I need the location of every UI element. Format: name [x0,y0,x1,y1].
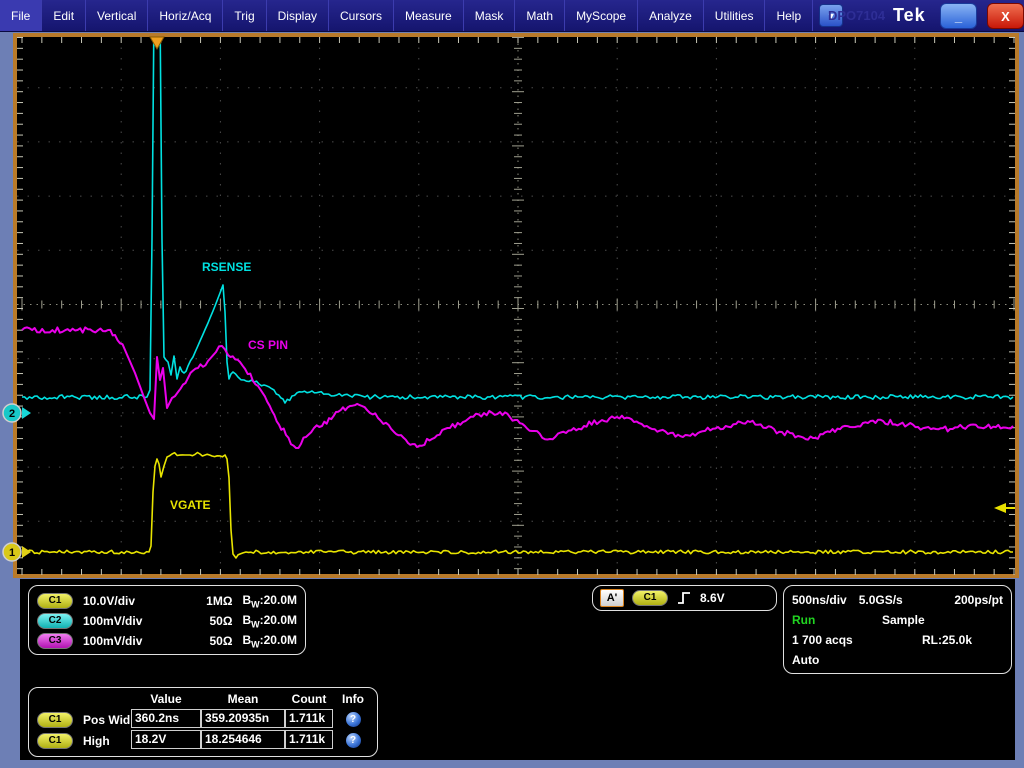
meas-header-value: Value [150,692,182,706]
c1-bandwidth: BW:20.0M [242,592,297,610]
meas-row1-name: C1 Pos Wid [33,709,131,730]
meas-row2-mean: 18.254646 [201,730,285,749]
info-icon[interactable]: ? [345,712,361,727]
info-icon[interactable]: ? [345,733,361,748]
menu-item-display[interactable]: Display [267,0,329,31]
resolution-value: 200ps/pt [954,593,1003,607]
channel-row-c2: C2 100mV/div 50Ω BW:20.0M [37,611,297,631]
measurement-panel: Value Mean Count Info C1 Pos Wid 360.2ns… [28,687,378,757]
rising-edge-icon [678,592,690,604]
acquisition-mode: Sample [882,613,925,627]
menu-item-myscope[interactable]: MyScope [565,0,639,31]
channel-row-c1: C1 10.0V/div 1MΩ BW:20.0M [37,591,297,611]
svg-text:2: 2 [9,408,15,420]
minimize-button[interactable]: _ [940,3,977,29]
c2-bandwidth: BW:20.0M [242,612,297,630]
menu-item-edit[interactable]: Edit [42,0,87,31]
c1-impedance: 1MΩ [206,594,233,608]
trigger-level-value: 8.6V [700,591,725,605]
sample-rate-value: 5.0GS/s [858,593,903,607]
meas-row2-value: 18.2V [131,730,201,749]
close-button[interactable]: X [987,3,1024,29]
meas-header-info: Info [342,692,364,706]
tek-logo: Tek [893,5,926,25]
meas-row2-count: 1.711k [285,730,333,749]
meas-row2-info: ? [333,730,373,751]
horizontal-readout-panel: 500ns/div 5.0GS/s 200ps/pt Run Sample 1 … [783,585,1012,674]
menu-bar: File Edit Vertical Horiz/Acq Trig Displa… [0,0,1024,32]
menu-item-analyze[interactable]: Analyze [638,0,704,31]
c3-bandwidth: BW:20.0M [242,632,297,650]
menu-item-help[interactable]: Help [765,0,814,31]
waveform-display: RSENSE CS PIN VGATE 2 1 [0,32,1024,579]
meas-row2-name: C1 High [33,730,131,751]
meas-header-count: Count [291,692,327,706]
model-label: DPO7104 [828,8,886,23]
trigger-a-badge: A' [600,589,624,607]
trace-label-vgate: VGATE [170,498,210,512]
channel-badge-c2[interactable]: C2 [37,613,73,629]
meas-row1-count: 1.711k [285,709,333,728]
meas-row1-mean: 359.20935n [201,709,285,728]
meas-header-mean: Mean [227,692,259,706]
meas-header-blank [33,690,131,709]
trace-label-rsense: RSENSE [202,260,251,274]
meas-row1-value: 360.2ns [131,709,201,728]
trigger-readout-panel[interactable]: A' C1 8.6V [592,585,777,611]
menu-item-file[interactable]: File [0,0,43,31]
channel-settings-panel: C1 10.0V/div 1MΩ BW:20.0M C2 100mV/div 5… [28,585,306,655]
oscilloscope-app: { "window": { "model": "DPO7104", "brand… [0,0,1024,768]
channel-row-c3: C3 100mV/div 50Ω BW:20.0M [37,631,297,651]
menu-item-mask[interactable]: Mask [464,0,516,31]
menu-item-vertical[interactable]: Vertical [86,0,149,31]
c1-scale[interactable]: 10.0V/div [83,594,187,608]
c2-scale[interactable]: 100mV/div [83,614,187,628]
acquisition-state: Run [792,613,816,627]
menu-item-cursors[interactable]: Cursors [329,0,395,31]
record-length: RL:25.0k [922,633,973,647]
c3-scale[interactable]: 100mV/div [83,634,187,648]
menu-item-math[interactable]: Math [515,0,566,31]
menu-item-trig[interactable]: Trig [223,0,267,31]
menu-item-utilities[interactable]: Utilities [704,0,766,31]
timebase-value[interactable]: 500ns/div [792,593,847,607]
readout-area: C1 10.0V/div 1MΩ BW:20.0M C2 100mV/div 5… [20,579,1015,760]
c3-impedance: 50Ω [209,634,233,648]
meas-row2-source-badge[interactable]: C1 [37,732,73,749]
trace-label-cspin: CS PIN [248,338,288,352]
menu-item-measure[interactable]: Measure [394,0,464,31]
channel-badge-c1[interactable]: C1 [37,593,73,609]
menu-item-horiz-acq[interactable]: Horiz/Acq [148,0,224,31]
c2-impedance: 50Ω [209,614,233,628]
acquisition-count: 1 700 acqs [792,633,853,647]
meas-row1-source-badge[interactable]: C1 [37,711,73,728]
trigger-source-badge: C1 [632,590,668,606]
svg-text:1: 1 [9,547,15,559]
graticule [17,37,1015,574]
trigger-mode: Auto [792,653,820,667]
meas-row1-info: ? [333,709,373,730]
channel-badge-c3[interactable]: C3 [37,633,73,649]
